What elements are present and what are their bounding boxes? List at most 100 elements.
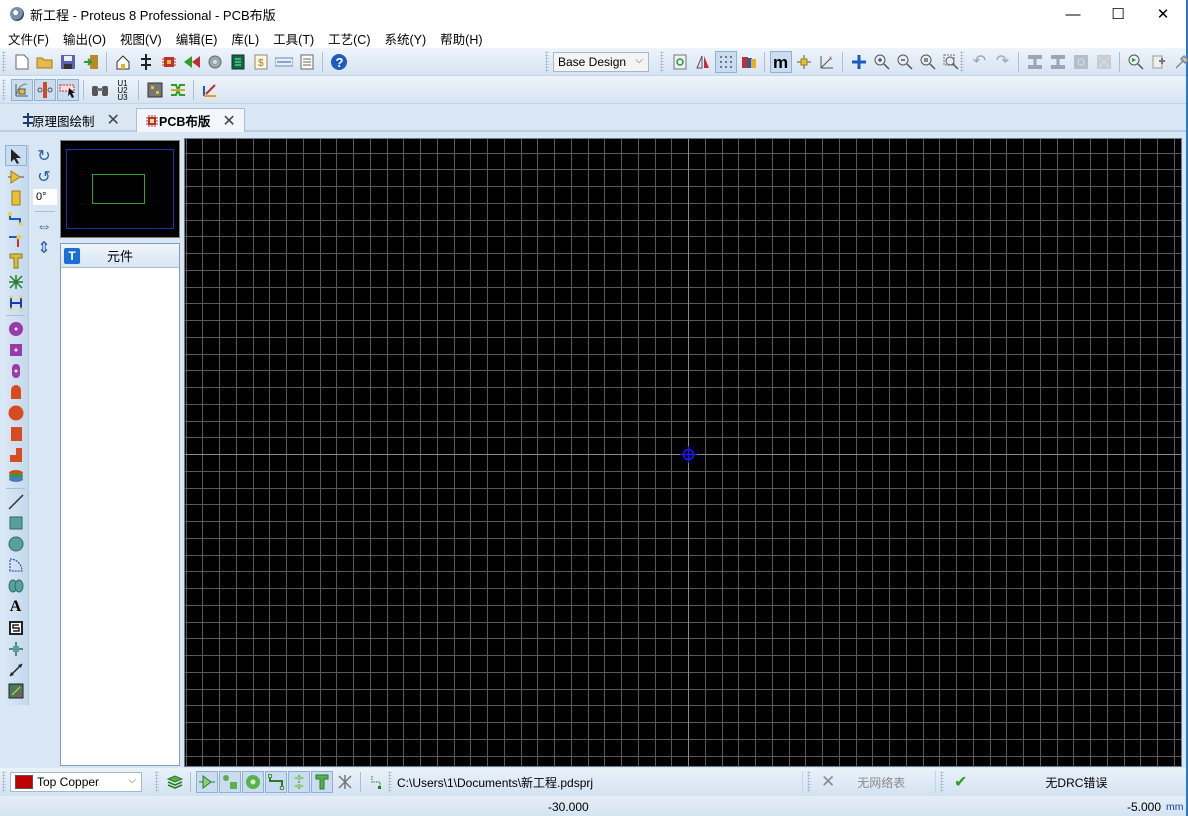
pcb-layout-icon[interactable] [158, 51, 180, 73]
overview-viewport[interactable] [92, 174, 145, 204]
ratsnest-mode-icon[interactable] [5, 271, 27, 292]
2d-line-icon[interactable] [5, 491, 27, 512]
via-filter-icon[interactable] [241, 771, 264, 793]
toolbar-grip[interactable] [545, 51, 549, 73]
bill-of-materials-icon[interactable]: $ [250, 51, 272, 73]
component-mode-icon[interactable] [5, 166, 27, 187]
toolbar-grip[interactable] [807, 771, 811, 793]
schematic-icon[interactable] [135, 51, 157, 73]
design-variant-select[interactable]: Base Design ⌵ [553, 52, 649, 72]
block-rotate-icon[interactable] [1070, 51, 1092, 73]
netlist-status-panel[interactable]: ✕ 无网络表 [802, 771, 930, 793]
2d-symbol-icon[interactable] [5, 617, 27, 638]
3d-viewer-icon[interactable] [204, 51, 226, 73]
toolbar-grip[interactable] [940, 771, 944, 793]
package-mode-icon[interactable] [5, 187, 27, 208]
block-delete-icon[interactable] [1093, 51, 1115, 73]
zoom-in-icon[interactable] [871, 51, 893, 73]
pan-icon[interactable] [848, 51, 870, 73]
rotate-clockwise-icon[interactable]: ↻ [33, 145, 55, 166]
block-move-icon[interactable] [1047, 51, 1069, 73]
menu-view[interactable]: 视图(V) [120, 29, 162, 48]
close-tab-icon[interactable]: ✕ [222, 111, 235, 131]
track-mode-icon[interactable] [33, 79, 56, 101]
tab-schematic[interactable]: 原理图绘制 ✕ [10, 108, 128, 132]
auto-annotator-icon[interactable]: U1 U2 U3 [112, 79, 134, 101]
graphics-filter-icon[interactable] [310, 771, 333, 793]
component-filter-icon[interactable] [195, 771, 218, 793]
menu-help[interactable]: 帮助(H) [440, 29, 482, 48]
maximize-button[interactable]: ☐ [1095, 0, 1141, 28]
menu-system[interactable]: 系统(Y) [384, 29, 426, 48]
close-tab-icon[interactable]: ✕ [107, 110, 120, 130]
refresh-icon[interactable] [669, 51, 691, 73]
track-mode-icon[interactable] [5, 208, 27, 229]
decompose-icon[interactable] [1171, 51, 1188, 73]
via-mode-icon[interactable] [5, 229, 27, 250]
dil-pad-icon[interactable] [5, 360, 27, 381]
minimize-button[interactable]: — [1050, 0, 1096, 28]
dimension-icon[interactable] [5, 659, 27, 680]
pad-filter-icon[interactable] [218, 771, 241, 793]
simulation-icon[interactable] [181, 51, 203, 73]
circular-smt-pad-icon[interactable] [5, 402, 27, 423]
menu-tools[interactable]: 工具(T) [273, 29, 314, 48]
round-through-hole-pad-icon[interactable] [5, 318, 27, 339]
mirror-horizontal-icon[interactable]: ⇔ [33, 216, 55, 237]
menu-library[interactable]: 库(L) [231, 29, 259, 48]
help-icon[interactable]: ? [328, 51, 350, 73]
redo-icon[interactable]: ↷ [992, 51, 1014, 73]
zoom-all-icon[interactable] [917, 51, 939, 73]
component-list[interactable] [61, 268, 179, 764]
toolbar-grip[interactable] [2, 771, 6, 793]
selection-filter-icon[interactable] [56, 79, 79, 101]
mirror-vertical-icon[interactable]: ⇕ [33, 237, 55, 258]
toolbar-grip[interactable] [960, 51, 964, 73]
square-through-hole-pad-icon[interactable] [5, 339, 27, 360]
overview-window[interactable] [60, 140, 180, 238]
pick-from-library-icon[interactable] [1125, 51, 1147, 73]
tab-pcb-layout[interactable]: PCB布版 ✕ [136, 108, 245, 132]
home-icon[interactable] [112, 51, 134, 73]
selection-mode-icon[interactable] [4, 145, 27, 166]
track-filter-icon[interactable] [264, 771, 287, 793]
2d-markers-icon[interactable] [5, 638, 27, 659]
undo-icon[interactable]: ↶ [969, 51, 991, 73]
board-edge-icon[interactable] [5, 680, 27, 701]
make-package-icon[interactable] [1148, 51, 1170, 73]
toolbar-grip[interactable] [155, 771, 159, 793]
toolbar-grip[interactable] [2, 51, 6, 73]
layers-icon[interactable] [164, 771, 186, 793]
2d-arc-icon[interactable] [5, 554, 27, 575]
toolbar-grip[interactable] [2, 79, 6, 101]
2d-box-icon[interactable] [5, 512, 27, 533]
flip-icon[interactable] [692, 51, 714, 73]
save-icon[interactable] [57, 51, 79, 73]
menu-output[interactable]: 输出(O) [63, 29, 106, 48]
open-folder-icon[interactable] [34, 51, 56, 73]
connectivity-highlight-icon[interactable] [5, 292, 27, 313]
zone-mode-icon[interactable] [5, 250, 27, 271]
grid-toggle-icon[interactable] [714, 51, 737, 73]
padstack-icon[interactable] [5, 465, 27, 486]
menu-file[interactable]: 文件(F) [8, 29, 49, 48]
pcb-editing-canvas[interactable] [184, 138, 1182, 767]
zoom-out-icon[interactable] [894, 51, 916, 73]
notes-icon[interactable] [296, 51, 318, 73]
toolbar-grip[interactable] [660, 51, 664, 73]
source-code-icon[interactable] [273, 51, 295, 73]
autoplace-lock-icon[interactable] [10, 79, 33, 101]
search-binoculars-icon[interactable] [89, 79, 111, 101]
metric-toggle-button[interactable]: m [769, 51, 792, 73]
rotation-angle-field[interactable]: 0° [33, 189, 57, 205]
auto-router-icon[interactable] [167, 79, 189, 101]
rectangular-smt-pad-icon[interactable] [5, 423, 27, 444]
import-export-icon[interactable] [80, 51, 102, 73]
2d-circle-icon[interactable] [5, 533, 27, 554]
gerber-viewer-icon[interactable] [227, 51, 249, 73]
menu-technology[interactable]: 工艺(C) [328, 29, 370, 48]
2d-text-icon[interactable]: A [5, 596, 27, 617]
block-copy-icon[interactable] [1024, 51, 1046, 73]
close-button[interactable]: ✕ [1140, 0, 1186, 28]
2d-path-icon[interactable] [5, 575, 27, 596]
